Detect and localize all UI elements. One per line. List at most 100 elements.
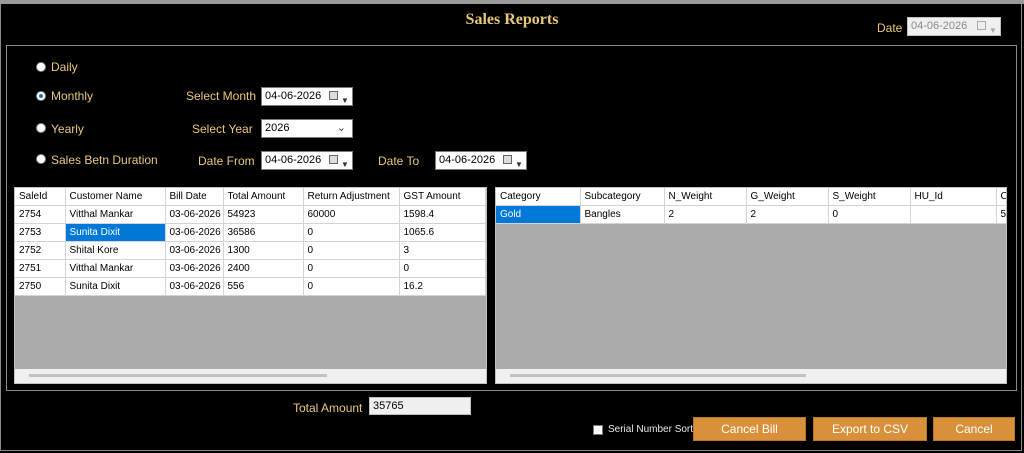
items-grid[interactable]: Category Subcategory N_Weight G_Weight S…	[495, 187, 1007, 384]
table-cell[interactable]: 1065.6	[399, 223, 486, 242]
total-amount-label: Total Amount	[293, 401, 363, 415]
select-month-label: Select Month	[186, 89, 257, 103]
column-header[interactable]: C	[996, 188, 1006, 206]
table-cell[interactable]: 556	[223, 277, 304, 296]
table-row[interactable]: 2754 Vitthal Mankar 03-06-2026 54923 600…	[15, 205, 486, 224]
radio-button[interactable]	[36, 62, 46, 72]
table-cell[interactable]: 2400	[223, 259, 304, 278]
header-date-label: Date	[877, 21, 903, 35]
table-cell[interactable]: 2750	[15, 277, 66, 296]
column-header[interactable]: Subcategory	[580, 188, 665, 206]
select-month-picker[interactable]: 04-06-2026 ▼	[261, 87, 353, 106]
column-header[interactable]: N_Weight	[664, 188, 747, 206]
table-cell[interactable]: 2	[485, 259, 486, 278]
table-cell[interactable]: 36586	[223, 223, 304, 242]
table-cell[interactable]: Vitthal Mankar	[65, 259, 166, 278]
scrollbar-thumb[interactable]	[29, 374, 327, 377]
table-cell[interactable]: -	[485, 205, 486, 224]
table-cell[interactable]: Vitthal Mankar	[65, 205, 166, 224]
column-header[interactable]: Customer Name	[65, 188, 166, 206]
date-from-label: Date From	[198, 154, 255, 168]
column-header[interactable]: SaleId	[15, 188, 66, 206]
radio-button[interactable]	[36, 154, 46, 164]
table-row[interactable]: 2753 Sunita Dixit 03-06-2026 36586 0 106…	[15, 223, 486, 242]
total-amount-value: 35765	[373, 400, 404, 412]
date-from-value: 04-06-2026	[265, 154, 322, 166]
table-cell[interactable]: 1300	[223, 241, 304, 260]
table-cell[interactable]: 2751	[15, 259, 66, 278]
radio-label: Sales Betn Duration	[51, 153, 158, 167]
table-cell[interactable]: 54923	[223, 205, 304, 224]
total-amount-field[interactable]: 35765	[369, 397, 471, 415]
horizontal-scrollbar[interactable]	[496, 369, 1006, 383]
calendar-icon: ▼	[977, 20, 997, 35]
column-header[interactable]: Total Amount	[223, 188, 304, 206]
table-cell[interactable]: 0	[399, 259, 486, 278]
table-cell[interactable]: 2754	[15, 205, 66, 224]
table-row[interactable]: 2750 Sunita Dixit 03-06-2026 556 0 16.2 …	[15, 277, 486, 296]
table-cell[interactable]: 2752	[15, 241, 66, 260]
table-cell-selected[interactable]: Sunita Dixit	[65, 223, 166, 242]
table-cell[interactable]: Shital Kore	[65, 241, 166, 260]
table-cell[interactable]	[910, 205, 997, 224]
table-cell[interactable]: 5	[485, 277, 486, 296]
radio-label: Monthly	[51, 89, 94, 103]
table-cell[interactable]: 1	[485, 241, 486, 260]
select-year-value: 2026	[265, 122, 290, 134]
serial-sort-checkbox[interactable]	[593, 425, 603, 435]
table-cell[interactable]: 0	[303, 241, 400, 260]
sales-grid[interactable]: SaleId Customer Name Bill Date Total Amo…	[14, 187, 487, 384]
table-cell[interactable]: Sunita Dixit	[65, 277, 166, 296]
date-to-label: Date To	[378, 154, 420, 168]
table-cell[interactable]: 03-06-2026	[165, 277, 224, 296]
table-cell[interactable]: 3	[399, 241, 486, 260]
table-cell[interactable]: 2753	[15, 223, 66, 242]
date-to-picker[interactable]: 04-06-2026 ▼	[435, 151, 527, 170]
calendar-icon: ▼	[503, 154, 523, 169]
header-date-picker[interactable]: 04-06-2026 ▼	[907, 17, 1001, 36]
column-header[interactable]: GST Amount	[399, 188, 486, 206]
table-cell[interactable]: 53	[996, 205, 1006, 224]
column-header[interactable]: Bill Date	[165, 188, 224, 206]
table-cell[interactable]: 0	[828, 205, 911, 224]
table-header-row: Category Subcategory N_Weight G_Weight S…	[496, 188, 1006, 206]
cancel-bill-button[interactable]: Cancel Bill	[693, 417, 806, 441]
table-row[interactable]: 2752 Shital Kore 03-06-2026 1300 0 3 1	[15, 241, 486, 260]
column-header[interactable]: HU_Id	[910, 188, 997, 206]
radio-label: Daily	[51, 60, 78, 74]
table-cell-selected[interactable]: Gold	[496, 205, 581, 224]
table-cell[interactable]: 03-06-2026	[165, 223, 224, 242]
table-cell[interactable]: 03-06-2026	[165, 205, 224, 224]
export-csv-button[interactable]: Export to CSV	[813, 417, 927, 441]
column-header[interactable]	[485, 188, 486, 206]
table-cell[interactable]: 1598.4	[399, 205, 486, 224]
table-cell[interactable]: 3	[485, 223, 486, 242]
date-from-picker[interactable]: 04-06-2026 ▼	[261, 151, 353, 170]
table-row[interactable]: 2751 Vitthal Mankar 03-06-2026 2400 0 0 …	[15, 259, 486, 278]
table-cell[interactable]: 0	[303, 223, 400, 242]
table-cell[interactable]: 2	[746, 205, 829, 224]
sales-table: SaleId Customer Name Bill Date Total Amo…	[15, 188, 486, 296]
table-cell[interactable]: Bangles	[580, 205, 665, 224]
table-cell[interactable]: 03-06-2026	[165, 241, 224, 260]
page-title: Sales Reports	[465, 11, 559, 28]
scrollbar-thumb[interactable]	[510, 374, 806, 377]
select-month-value: 04-06-2026	[265, 90, 322, 102]
radio-button[interactable]	[36, 123, 46, 133]
column-header[interactable]: Category	[496, 188, 581, 206]
cancel-button[interactable]: Cancel	[933, 417, 1015, 441]
horizontal-scrollbar[interactable]	[15, 369, 486, 383]
table-cell[interactable]: 0	[303, 277, 400, 296]
table-row[interactable]: Gold Bangles 2 2 0 53	[496, 205, 1006, 224]
column-header[interactable]: Return Adjustment	[303, 188, 400, 206]
select-year-dropdown[interactable]: 2026 ⌄	[261, 119, 353, 138]
table-cell[interactable]: 0	[303, 259, 400, 278]
table-cell[interactable]: 03-06-2026	[165, 259, 224, 278]
table-cell[interactable]: 60000	[303, 205, 400, 224]
column-header[interactable]: G_Weight	[746, 188, 829, 206]
table-cell[interactable]: 16.2	[399, 277, 486, 296]
table-cell[interactable]: 2	[664, 205, 747, 224]
header-date-value: 04-06-2026	[911, 20, 968, 32]
column-header[interactable]: S_Weight	[828, 188, 911, 206]
radio-button[interactable]	[36, 91, 46, 101]
